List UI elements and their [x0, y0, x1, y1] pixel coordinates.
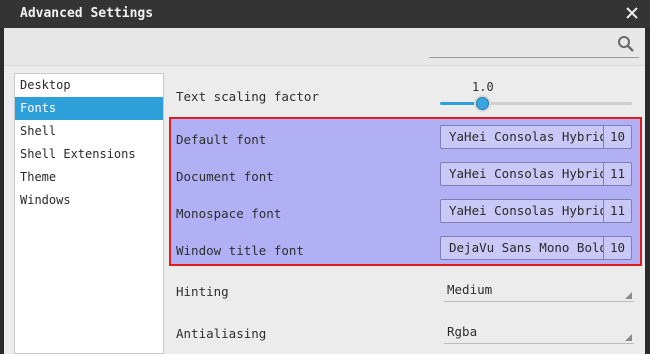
sidebar-item-fonts[interactable]: Fonts	[15, 97, 163, 120]
antialiasing-value: Rgba	[447, 324, 478, 339]
font-family: YaHei Consolas Hybrid	[449, 203, 603, 218]
sidebar-item-windows[interactable]: Windows	[15, 189, 163, 212]
sidebar-item-shell-extensions[interactable]: Shell Extensions	[15, 143, 163, 166]
font-family: DejaVu Sans Mono Bold	[449, 240, 603, 255]
default-font-label: Default font	[176, 132, 267, 147]
close-icon[interactable]	[624, 5, 640, 21]
window-title: Advanced Settings	[20, 6, 154, 21]
antialiasing-dropdown[interactable]: Rgba	[444, 322, 634, 344]
search-input[interactable]	[429, 32, 639, 58]
hinting-label: Hinting	[176, 284, 229, 299]
search-bar	[4, 28, 645, 66]
text-scaling-value: 1.0	[472, 80, 494, 94]
antialiasing-label: Antialiasing	[176, 326, 267, 341]
slider-knob[interactable]	[476, 97, 490, 110]
font-size: 11	[603, 163, 631, 185]
font-size: 10	[603, 126, 631, 148]
category-sidebar: Desktop Fonts Shell Shell Extensions The…	[14, 73, 164, 354]
search-icon[interactable]	[617, 35, 635, 53]
font-size: 11	[603, 200, 631, 222]
hinting-value: Medium	[447, 282, 493, 297]
window-title-font-label: Window title font	[176, 243, 304, 258]
text-scaling-label: Text scaling factor	[176, 89, 319, 104]
monospace-font-button[interactable]: YaHei Consolas Hybrid 11	[440, 199, 632, 223]
document-font-button[interactable]: YaHei Consolas Hybrid 11	[440, 162, 632, 186]
font-size: 10	[603, 237, 631, 259]
sidebar-item-theme[interactable]: Theme	[15, 166, 163, 189]
chevron-down-icon	[625, 292, 632, 299]
sidebar-item-shell[interactable]: Shell	[15, 120, 163, 143]
hinting-dropdown[interactable]: Medium	[444, 280, 634, 302]
default-font-button[interactable]: YaHei Consolas Hybrid 10	[440, 125, 632, 149]
text-scaling-slider[interactable]	[440, 97, 632, 110]
font-family: YaHei Consolas Hybrid	[449, 129, 603, 144]
title-bar: Advanced Settings	[0, 0, 650, 28]
chevron-down-icon	[625, 334, 632, 341]
settings-window: Desktop Fonts Shell Shell Extensions The…	[4, 28, 645, 354]
font-family: YaHei Consolas Hybrid	[449, 166, 603, 181]
sidebar-item-desktop[interactable]: Desktop	[15, 74, 163, 97]
window-title-font-button[interactable]: DejaVu Sans Mono Bold 10	[440, 236, 632, 260]
monospace-font-label: Monospace font	[176, 206, 282, 221]
document-font-label: Document font	[176, 169, 274, 184]
